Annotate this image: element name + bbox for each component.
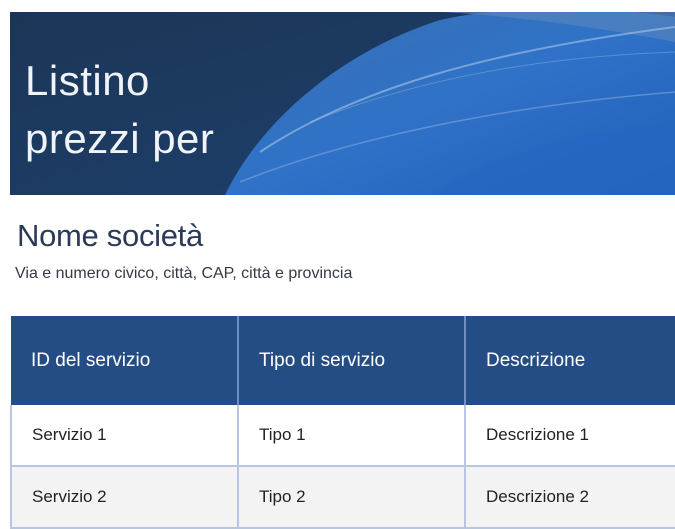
table-row: Servizio 1 Tipo 1 Descrizione 1 <box>10 405 675 467</box>
cell-description: Descrizione 1 <box>464 405 675 467</box>
company-address: Via e numero civico, città, CAP, città e… <box>15 265 353 282</box>
cell-service-type: Tipo 2 <box>237 466 466 529</box>
table-row: Servizio 2 Tipo 2 Descrizione 2 <box>10 466 675 529</box>
header-service-type: Tipo di servizio <box>238 316 466 405</box>
price-table: ID del servizio Tipo di servizio Descriz… <box>10 316 675 529</box>
cell-service-type: Tipo 1 <box>237 405 466 467</box>
page-title: Listino prezzi per <box>25 52 265 168</box>
title-line-2: prezzi per <box>25 115 215 162</box>
cell-service-id: Servizio 2 <box>10 466 239 529</box>
cell-description: Descrizione 2 <box>464 466 675 529</box>
header-banner: Listino prezzi per <box>10 12 675 195</box>
cell-service-id: Servizio 1 <box>10 405 239 467</box>
header-description: Descrizione <box>465 316 675 405</box>
header-service-id: ID del servizio <box>11 316 239 405</box>
title-line-1: Listino <box>25 57 150 104</box>
table-header-row: ID del servizio Tipo di servizio Descriz… <box>11 316 675 405</box>
company-name: Nome società <box>17 218 203 253</box>
